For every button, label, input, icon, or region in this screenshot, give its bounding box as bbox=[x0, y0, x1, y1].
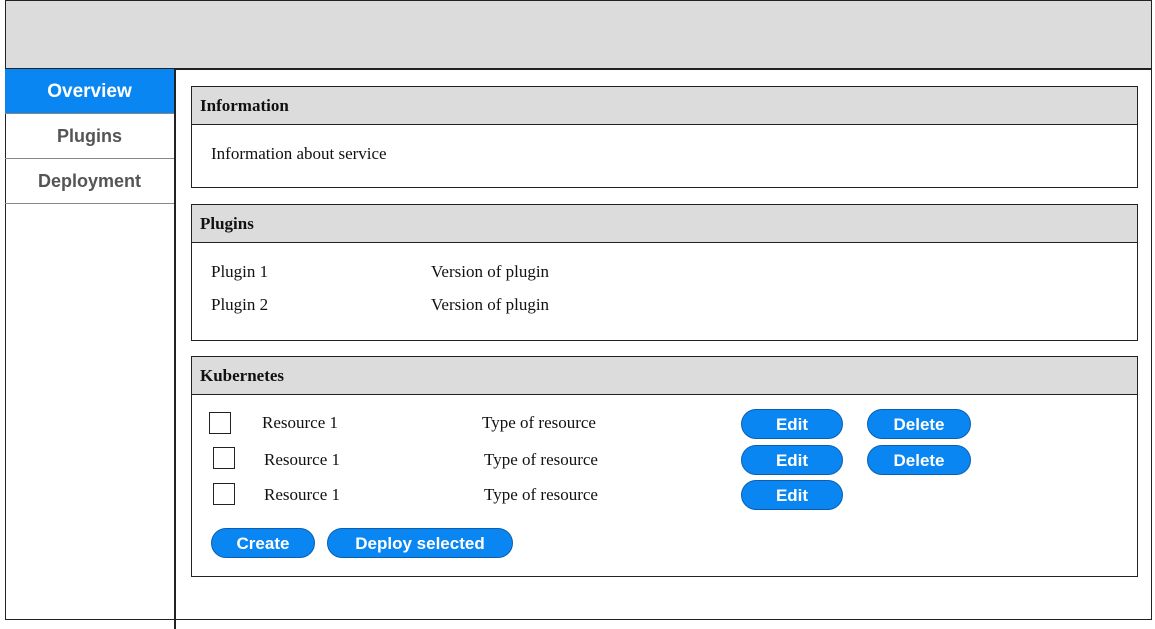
information-panel: Information Information about service bbox=[191, 86, 1138, 188]
delete-button[interactable]: Delete bbox=[867, 409, 971, 439]
resource-type: Type of resource bbox=[484, 450, 598, 469]
resource-name: Resource 1 bbox=[262, 413, 339, 432]
resource-checkbox[interactable] bbox=[213, 447, 235, 469]
sidebar-item-overview[interactable]: Overview bbox=[5, 69, 174, 114]
resource-type: Type of resource bbox=[484, 485, 598, 504]
information-panel-title: Information bbox=[192, 87, 1137, 125]
resource-name: Resource 1 bbox=[264, 450, 341, 469]
deploy-selected-button[interactable]: Deploy selected bbox=[327, 528, 513, 558]
sidebar-item-plugins[interactable]: Plugins bbox=[5, 114, 174, 159]
resource-type: Type of resource bbox=[482, 413, 596, 432]
resource-checkbox[interactable] bbox=[213, 483, 235, 505]
delete-button[interactable]: Delete bbox=[867, 445, 971, 475]
resource-checkbox[interactable] bbox=[209, 412, 231, 434]
kubernetes-panel-title: Kubernetes bbox=[192, 357, 1137, 395]
sidebar-item-deployment[interactable]: Deployment bbox=[5, 159, 174, 204]
create-button[interactable]: Create bbox=[211, 528, 315, 558]
plugin-name: Plugin 2 bbox=[211, 295, 269, 314]
edit-button[interactable]: Edit bbox=[741, 445, 843, 475]
edit-button[interactable]: Edit bbox=[741, 480, 843, 510]
sidebar: Overview Plugins Deployment bbox=[5, 69, 176, 629]
top-bar bbox=[5, 0, 1152, 70]
plugin-name: Plugin 1 bbox=[211, 262, 269, 281]
plugins-panel-title: Plugins bbox=[192, 205, 1137, 243]
edit-button[interactable]: Edit bbox=[741, 409, 843, 439]
information-text: Information about service bbox=[211, 144, 387, 163]
plugins-panel: Plugins Plugin 1 Version of plugin Plugi… bbox=[191, 204, 1138, 341]
kubernetes-panel: Kubernetes Resource 1 Type of resource E… bbox=[191, 356, 1138, 577]
resource-name: Resource 1 bbox=[264, 485, 341, 504]
plugin-version: Version of plugin bbox=[431, 295, 550, 314]
plugin-version: Version of plugin bbox=[431, 262, 550, 281]
